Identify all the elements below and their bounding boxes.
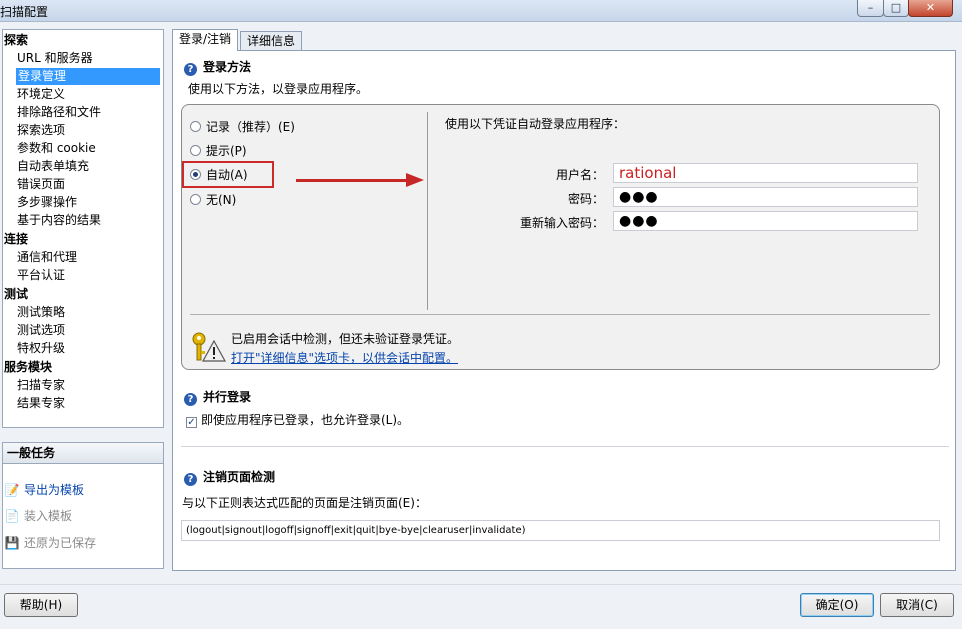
logout-detection-title: ? 注销页面检测 [184, 468, 275, 486]
radio-prompt[interactable]: 提示(P) [190, 142, 247, 160]
load-template-icon: 📄 [4, 509, 20, 523]
username-label: 用户名： [555, 168, 604, 182]
help-icon[interactable]: ? [184, 473, 197, 486]
nav-item-url-servers[interactable]: URL 和服务器 [17, 50, 93, 67]
nav-item-scan-expert[interactable]: 扫描专家 [17, 377, 65, 394]
details-tab-link[interactable]: 打开"详细信息"选项卡，以供会话中配置。 [231, 349, 458, 366]
username-input[interactable]: rational [613, 163, 918, 183]
concurrent-login-title: ? 并行登录 [184, 388, 251, 406]
radio-record[interactable]: 记录（推荐）(E) [190, 118, 295, 136]
checkbox-checked-icon: ✓ [186, 417, 197, 428]
arrow-annotation-icon [406, 173, 424, 187]
session-warning-text: 已启用会话中检测，但还未验证登录凭证。 [231, 332, 460, 346]
task-load-template[interactable]: 📄 装入模板 [4, 507, 73, 525]
scan-config-window: 扫描配置 – □ ✕ 探索 URL 和服务器 登录管理 环境定义 排除路径和文件… [0, 0, 962, 629]
nav-category-connection[interactable]: 连接 [4, 231, 28, 248]
key-warning-icon [192, 332, 226, 362]
ok-button[interactable]: 确定(O) [800, 593, 874, 617]
radio-none[interactable]: 无(N) [190, 191, 236, 209]
password-label: 密码： [567, 192, 604, 206]
minimize-button[interactable]: – [857, 0, 884, 17]
login-method-description: 使用以下方法，以登录应用程序。 [188, 82, 369, 96]
close-button[interactable]: ✕ [908, 0, 953, 17]
nav-item-auto-form-fill[interactable]: 自动表单填充 [17, 158, 89, 175]
radio-icon [190, 145, 201, 156]
nav-item-test-policy[interactable]: 测试策略 [17, 304, 65, 321]
help-button[interactable]: 帮助(H) [4, 593, 78, 617]
section-separator [181, 446, 949, 447]
nav-item-multistep[interactable]: 多步骤操作 [17, 194, 77, 211]
nav-item-platform-auth[interactable]: 平台认证 [17, 267, 65, 284]
cancel-button[interactable]: 取消(C) [880, 593, 954, 617]
help-icon[interactable]: ? [184, 63, 197, 76]
arrow-annotation-line [296, 179, 408, 182]
export-icon: 📝 [4, 483, 20, 497]
login-method-title: ? 登录方法 [184, 58, 251, 76]
restore-icon: 💾 [4, 536, 20, 550]
title-bar: 扫描配置 – □ ✕ [0, 0, 962, 22]
nav-item-login-management[interactable]: 登录管理 [16, 68, 160, 85]
tab-details[interactable]: 详细信息 [240, 31, 303, 51]
allow-concurrent-login-checkbox[interactable]: ✓ 即使应用程序已登录，也允许登录(L)。 [186, 411, 409, 428]
nav-item-comm-proxy[interactable]: 通信和代理 [17, 249, 77, 266]
password-input[interactable]: ●●● [613, 187, 918, 207]
nav-category-test[interactable]: 测试 [4, 286, 28, 303]
tasks-header: 一般任务 [3, 443, 163, 464]
radio-icon [190, 194, 201, 205]
nav-item-error-pages[interactable]: 错误页面 [17, 176, 65, 193]
logout-regex-input[interactable]: (logout|signout|logoff|signoff|exit|quit… [181, 520, 940, 541]
credentials-caption: 使用以下凭证自动登录应用程序： [445, 117, 626, 131]
vertical-divider [427, 112, 428, 310]
tab-login-logout[interactable]: 登录/注销 [172, 29, 239, 51]
nav-category-service-modules[interactable]: 服务模块 [4, 359, 52, 376]
nav-item-exclude-paths[interactable]: 排除路径和文件 [17, 104, 101, 121]
nav-item-result-expert[interactable]: 结果专家 [17, 395, 65, 412]
nav-item-privilege-escalation[interactable]: 特权升级 [17, 340, 65, 357]
window-title: 扫描配置 [0, 5, 49, 19]
logout-detection-description: 与以下正则表达式匹配的页面是注销页面(E)： [182, 496, 427, 510]
task-export-template[interactable]: 📝 导出为模板 [4, 481, 85, 499]
nav-item-content-results[interactable]: 基于内容的结果 [17, 212, 101, 229]
highlight-annotation [182, 161, 274, 188]
horizontal-divider [190, 314, 930, 315]
nav-item-test-options[interactable]: 测试选项 [17, 322, 65, 339]
nav-item-explore-options[interactable]: 探索选项 [17, 122, 65, 139]
confirm-password-input[interactable]: ●●● [613, 211, 918, 231]
radio-icon [190, 121, 201, 132]
maximize-button[interactable]: □ [883, 0, 909, 17]
nav-item-environment[interactable]: 环境定义 [17, 86, 65, 103]
nav-item-params-cookies[interactable]: 参数和 cookie [17, 140, 96, 157]
help-icon[interactable]: ? [184, 393, 197, 406]
task-restore-saved[interactable]: 💾 还原为已保存 [4, 534, 97, 552]
confirm-password-label: 重新输入密码： [519, 216, 604, 230]
nav-category-explore[interactable]: 探索 [4, 32, 28, 49]
